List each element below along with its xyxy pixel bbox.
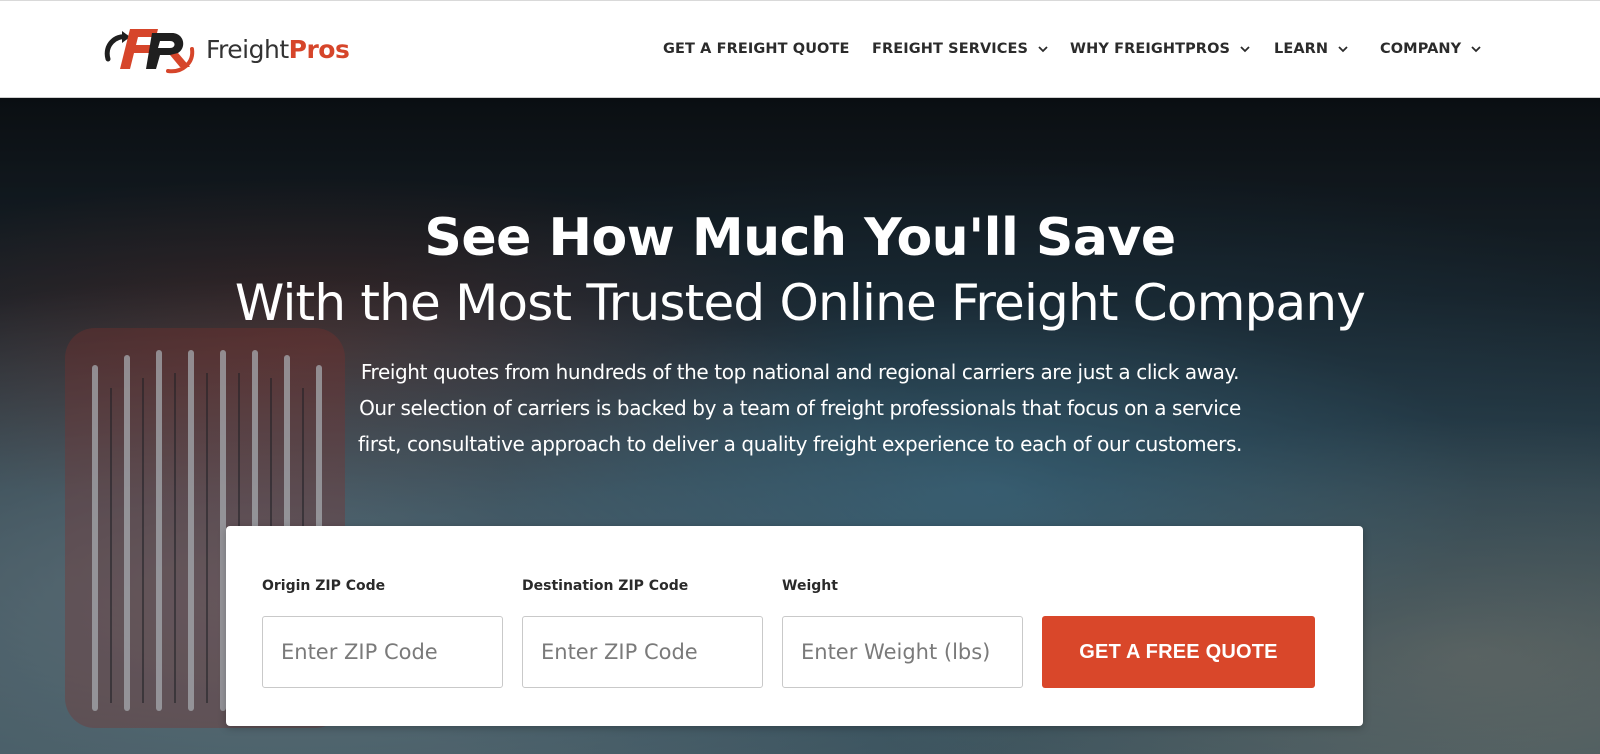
nav-label: WHY FREIGHTPROS xyxy=(1070,41,1231,57)
destination-zip-label: Destination ZIP Code xyxy=(522,578,689,594)
chevron-down-icon xyxy=(1038,46,1048,53)
origin-zip-input[interactable] xyxy=(262,616,503,688)
chevron-down-icon xyxy=(1240,46,1250,53)
hero-description: Freight quotes from hundreds of the top … xyxy=(300,354,1300,462)
nav-freight-services[interactable]: FREIGHT SERVICES xyxy=(872,41,1050,57)
hero-description-line: Freight quotes from hundreds of the top … xyxy=(360,360,1240,384)
get-free-quote-button[interactable]: GET A FREE QUOTE xyxy=(1042,616,1315,688)
chevron-down-icon xyxy=(1338,46,1348,53)
fp-logo-icon xyxy=(104,29,195,74)
hero-description-line: first, consultative approach to deliver … xyxy=(358,432,1242,456)
nav-label: GET A FREIGHT QUOTE xyxy=(663,41,850,57)
logo-wordmark: FreightPros xyxy=(206,34,350,64)
hero-description-line: Our selection of carriers is backed by a… xyxy=(359,396,1241,420)
nav-label: FREIGHT SERVICES xyxy=(872,41,1029,57)
chevron-down-icon xyxy=(1471,46,1481,53)
origin-zip-label: Origin ZIP Code xyxy=(262,578,386,594)
hero-title: See How Much You'll Save xyxy=(424,208,1176,268)
weight-label: Weight xyxy=(782,578,838,594)
destination-zip-input[interactable] xyxy=(522,616,763,688)
quote-form-card: Origin ZIP Code Destination ZIP Code Wei… xyxy=(226,526,1363,726)
site-header: FreightPros GET A FREIGHT QUOTE FREIGHT … xyxy=(0,0,1600,98)
logo-text-pros: Pros xyxy=(288,34,350,64)
nav-learn[interactable]: LEARN xyxy=(1274,41,1350,57)
hero-section: See How Much You'll Save With the Most T… xyxy=(0,98,1600,754)
logo-text-freight: Freight xyxy=(206,34,289,64)
nav-get-freight-quote[interactable]: GET A FREIGHT QUOTE xyxy=(663,41,850,57)
freightpros-logo[interactable]: FreightPros xyxy=(100,23,350,75)
nav-why-freightpros[interactable]: WHY FREIGHTPROS xyxy=(1070,41,1252,57)
hero-subtitle: With the Most Trusted Online Freight Com… xyxy=(234,274,1366,332)
weight-input[interactable] xyxy=(782,616,1023,688)
nav-company[interactable]: COMPANY xyxy=(1380,41,1483,57)
nav-label: COMPANY xyxy=(1380,41,1462,57)
nav-label: LEARN xyxy=(1274,41,1329,57)
